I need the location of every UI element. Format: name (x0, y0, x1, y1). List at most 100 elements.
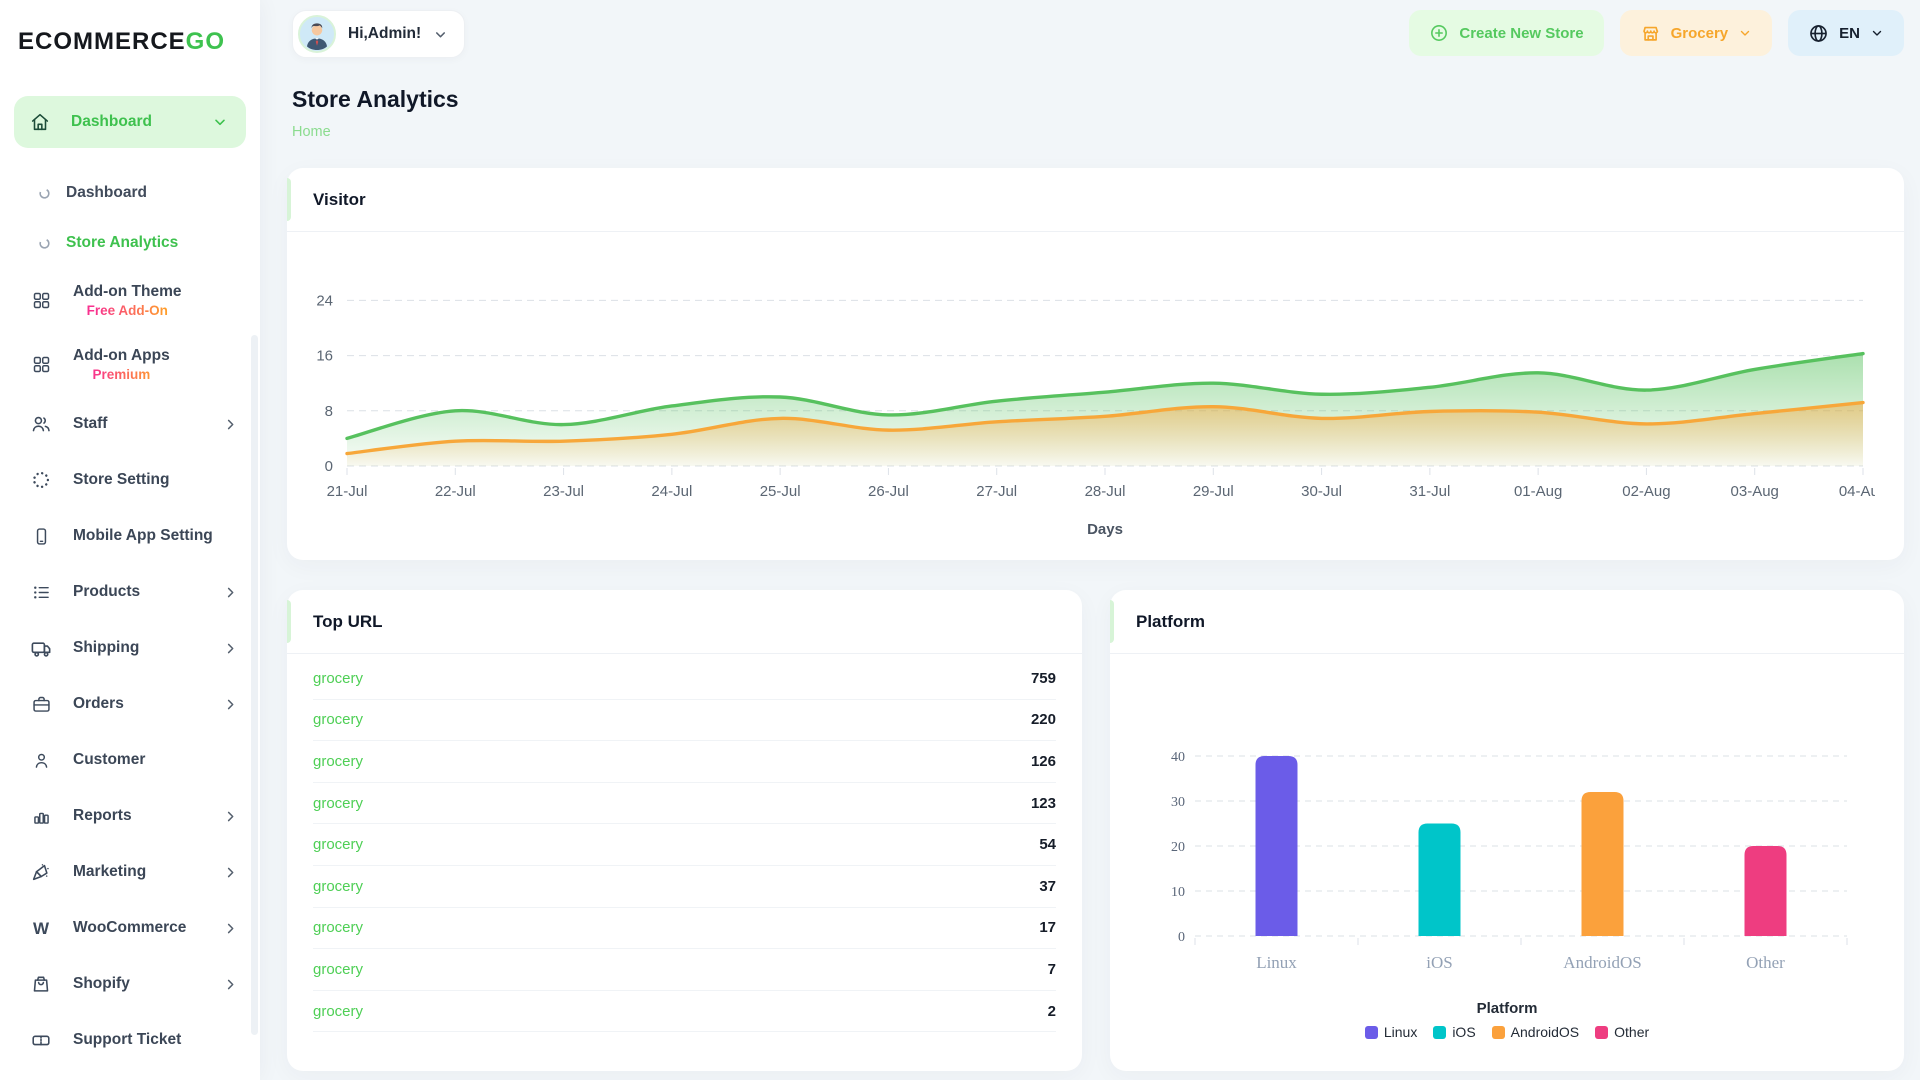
top-url-value: 37 (1039, 878, 1056, 895)
svg-text:0: 0 (325, 458, 333, 475)
svg-text:40: 40 (1171, 750, 1185, 765)
chevron-right-icon (223, 865, 238, 880)
top-url-link[interactable]: grocery (313, 753, 363, 770)
top-url-value: 17 (1039, 919, 1056, 936)
create-new-store-button[interactable]: Create New Store (1409, 10, 1603, 56)
sidebar-item-add-on-apps[interactable]: Add-on AppsPremium (0, 332, 260, 396)
chevron-right-icon (223, 977, 238, 992)
truck-icon (29, 637, 53, 660)
woocommerce-icon: W (29, 920, 53, 937)
users-icon (29, 413, 53, 435)
sidebar-item-support-ticket[interactable]: Support Ticket (0, 1012, 260, 1048)
sidebar-item-staff[interactable]: Staff (0, 396, 260, 452)
avatar (298, 15, 336, 53)
svg-text:24-Jul: 24-Jul (651, 483, 692, 500)
svg-text:20: 20 (1171, 840, 1185, 855)
top-url-link[interactable]: grocery (313, 795, 363, 812)
shopify-icon (29, 973, 53, 995)
top-url-value: 126 (1031, 753, 1056, 770)
platform-card-title: Platform (1136, 612, 1205, 632)
legend-item-androidos[interactable]: AndroidOS (1492, 1024, 1579, 1040)
sidebar-item-label: Add-on Theme (73, 283, 182, 300)
svg-text:29-Jul: 29-Jul (1193, 483, 1234, 500)
sidebar-item-products[interactable]: Products (0, 564, 260, 620)
sidebar-item-dashboard[interactable]: Dashboard (0, 168, 260, 218)
store-selector-button[interactable]: Grocery (1620, 10, 1773, 56)
legend-swatch (1492, 1026, 1505, 1039)
legend-label: Other (1614, 1024, 1649, 1040)
sidebar-item-add-on-theme[interactable]: Add-on ThemeFree Add-On (0, 268, 260, 332)
platform-chart: 010203040LinuxiOSAndroidOSOther (1147, 668, 1867, 998)
sidebar-item-shopify[interactable]: Shopify (0, 956, 260, 1012)
sidebar-item-mobile-app-setting[interactable]: Mobile App Setting (0, 508, 260, 564)
legend-item-ios[interactable]: iOS (1433, 1024, 1475, 1040)
sidebar-item-label: Add-on Apps (73, 347, 170, 364)
svg-text:Days: Days (1087, 521, 1123, 538)
grid-icon (29, 290, 53, 311)
chevron-right-icon (223, 585, 238, 600)
sidebar-item-customer[interactable]: Customer (0, 732, 260, 788)
svg-text:AndroidOS: AndroidOS (1563, 953, 1641, 972)
platform-legend-title: Platform (1110, 1000, 1904, 1017)
top-url-row: grocery2 (313, 991, 1056, 1033)
sidebar-item-marketing[interactable]: Marketing (0, 844, 260, 900)
top-url-value: 220 (1031, 711, 1056, 728)
sidebar-item-reports[interactable]: Reports (0, 788, 260, 844)
legend-label: Linux (1384, 1024, 1417, 1040)
legend-item-linux[interactable]: Linux (1365, 1024, 1417, 1040)
visitor-chart: 08162421-Jul22-Jul23-Jul24-Jul25-Jul26-J… (295, 238, 1875, 550)
sidebar-item-orders[interactable]: Orders (0, 676, 260, 732)
language-selector-button[interactable]: EN (1788, 10, 1904, 56)
top-url-row: grocery 220 (313, 700, 1056, 742)
svg-text:10: 10 (1171, 885, 1185, 900)
sidebar-item-label: Customer (73, 751, 145, 769)
svg-text:31-Jul: 31-Jul (1409, 483, 1450, 500)
ticket-icon (29, 1029, 53, 1048)
platform-legend: Platform Linux iOS AndroidOS Other (1110, 1000, 1904, 1040)
phone-icon (29, 526, 53, 547)
legend-label: AndroidOS (1511, 1024, 1579, 1040)
sidebar-item-label: Staff (73, 415, 107, 433)
top-url-link[interactable]: grocery (313, 1003, 363, 1020)
legend-item-other[interactable]: Other (1595, 1024, 1649, 1040)
globe-icon (1808, 23, 1829, 44)
megaphone-icon (29, 861, 53, 883)
top-url-value: 759 (1031, 670, 1056, 687)
sidebar-item-label: Mobile App Setting (73, 527, 213, 545)
top-url-row: grocery 17 (313, 908, 1056, 950)
platform-card: Platform 010203040LinuxiOSAndroidOSOther… (1110, 590, 1904, 1071)
sidebar-item-woocommerce[interactable]: WWooCommerce (0, 900, 260, 956)
top-url-row: grocery 7 (313, 949, 1056, 991)
svg-text:01-Aug: 01-Aug (1514, 483, 1562, 500)
user-menu-button[interactable]: Hi,Admin! (292, 10, 465, 58)
top-url-value: 7 (1048, 961, 1056, 978)
brand-logo-text: ECOMMERCE (18, 28, 186, 55)
sidebar-item-label: Store Setting (73, 471, 169, 489)
sidebar-scrollbar[interactable] (251, 335, 258, 1035)
sidebar-item-shipping[interactable]: Shipping (0, 620, 260, 676)
home-icon (29, 111, 51, 133)
svg-text:23-Jul: 23-Jul (543, 483, 584, 500)
top-url-card-title: Top URL (313, 612, 383, 632)
svg-text:24: 24 (316, 292, 333, 309)
brand-logo[interactable]: ECOMMERCEGO (18, 28, 225, 56)
sidebar-item-label: Support Ticket (73, 1031, 181, 1048)
top-url-link[interactable]: grocery (313, 711, 363, 728)
chevron-right-icon (223, 697, 238, 712)
legend-swatch (1433, 1026, 1446, 1039)
sidebar-item-label-stack: Add-on ThemeFree Add-On (73, 283, 182, 318)
sidebar-item-store-analytics[interactable]: Store Analytics (0, 218, 260, 268)
breadcrumb-home-link[interactable]: Home (292, 124, 331, 140)
top-url-link[interactable]: grocery (313, 919, 363, 936)
chevron-down-icon (1870, 26, 1884, 40)
top-url-link[interactable]: grocery (313, 670, 363, 687)
top-url-link[interactable]: grocery (313, 878, 363, 895)
top-url-link[interactable]: grocery (313, 961, 363, 978)
sidebar-item-store-setting[interactable]: Store Setting (0, 452, 260, 508)
language-label: EN (1839, 25, 1860, 42)
top-url-row: grocery123 (313, 783, 1056, 825)
sidebar-item-dashboard-parent[interactable]: Dashboard (14, 96, 246, 148)
top-url-link[interactable]: grocery (313, 836, 363, 853)
circle-icon (37, 237, 51, 250)
chevron-down-icon (1738, 26, 1752, 40)
